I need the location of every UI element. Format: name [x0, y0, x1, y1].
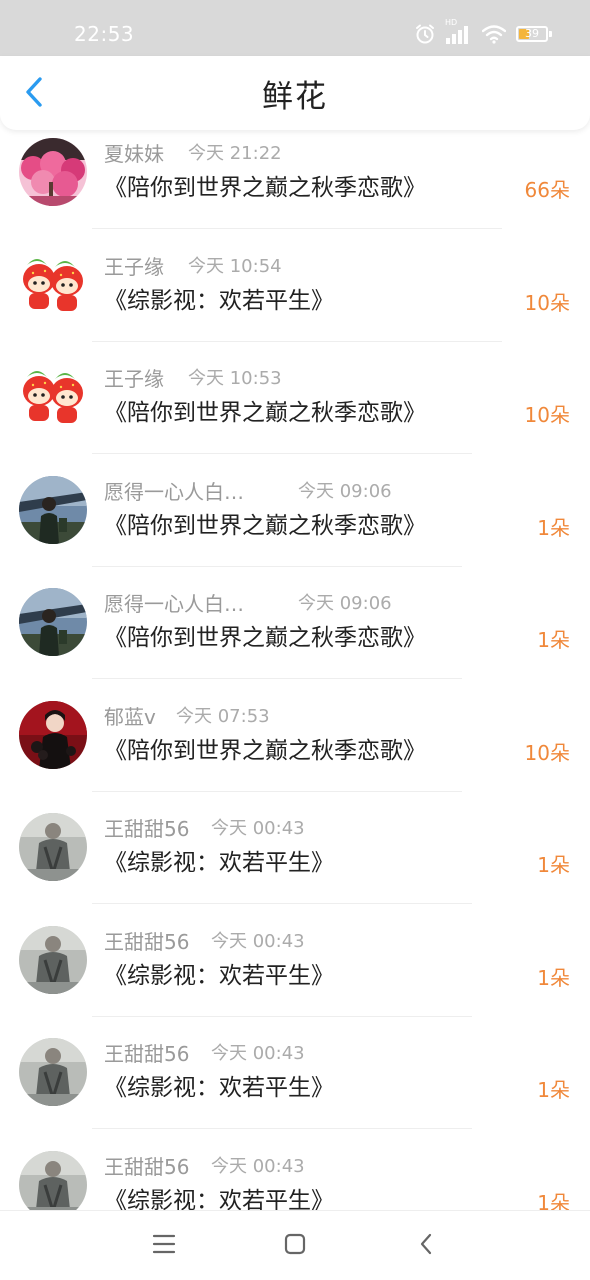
book-title[interactable]: 《综影视：欢若平生》 [104, 847, 334, 879]
divider [92, 903, 472, 904]
status-icons: HD 39 [414, 18, 552, 46]
list-item[interactable]: 王甜甜56 今天 00:43 《综影视：欢若平生》 1朵 [0, 807, 590, 919]
user-name[interactable]: 夏妹妹 [104, 141, 164, 167]
book-title[interactable]: 《陪你到世界之巅之秋季恋歌》 [104, 510, 426, 542]
user-name[interactable]: 郁蓝v [104, 704, 156, 730]
list-item[interactable]: 郁蓝v 今天 07:53 《陪你到世界之巅之秋季恋歌》 10朵 [0, 695, 590, 807]
time-stamp: 今天 00:43 [211, 1043, 305, 1064]
book-title[interactable]: 《陪你到世界之巅之秋季恋歌》 [104, 172, 426, 204]
screen: 22:53 HD 39 鲜花 夏妹妹 今天 21:22 《陪你到世界之巅之秋季恋… [0, 0, 590, 1280]
divider [92, 228, 502, 229]
book-title[interactable]: 《陪你到世界之巅之秋季恋歌》 [104, 622, 426, 654]
user-name[interactable]: 王子缘 [104, 254, 164, 280]
photo-avatar[interactable] [19, 588, 87, 656]
time-stamp: 今天 21:22 [188, 143, 282, 164]
menu-button[interactable] [144, 1229, 184, 1263]
list-item[interactable]: 愿得一心人白… 今天 09:06 《陪你到世界之巅之秋季恋歌》 1朵 [0, 470, 590, 582]
list-item[interactable]: 王甜甜56 今天 00:43 《综影视：欢若平生》 1朵 [0, 1032, 590, 1144]
book-title[interactable]: 《陪你到世界之巅之秋季恋歌》 [104, 397, 426, 429]
status-time: 22:53 [74, 22, 135, 46]
time-stamp: 今天 00:43 [211, 818, 305, 839]
photo-avatar[interactable] [19, 475, 87, 544]
divider [92, 453, 472, 454]
book-title[interactable]: 《综影视：欢若平生》 [104, 285, 334, 317]
page-title: 鲜花 [262, 79, 328, 115]
cherry-blossom-avatar[interactable] [19, 138, 87, 206]
battery-level: 39 [525, 27, 539, 40]
list-item[interactable]: 王子缘 今天 10:53 《陪你到世界之巅之秋季恋歌》 10朵 [0, 357, 590, 469]
flower-count: 10朵 [524, 403, 570, 427]
flower-count: 66朵 [524, 178, 570, 202]
book-title[interactable]: 《综影视：欢若平生》 [104, 1185, 334, 1211]
flower-count: 1朵 [537, 1078, 570, 1102]
book-title[interactable]: 《陪你到世界之巅之秋季恋歌》 [104, 735, 426, 767]
flower-count: 10朵 [524, 290, 570, 315]
grey-portrait-avatar[interactable] [19, 925, 87, 994]
time-stamp: 今天 00:43 [211, 930, 305, 952]
grey-portrait-avatar[interactable] [19, 1150, 87, 1210]
user-name[interactable]: 愿得一心人白… [104, 591, 244, 617]
strawberry-mascot-avatar[interactable] [19, 250, 87, 319]
strawberry-mascot-avatar[interactable] [19, 363, 87, 431]
user-name[interactable]: 王甜甜56 [104, 1041, 189, 1067]
user-name[interactable]: 愿得一心人白… [104, 479, 244, 505]
divider [92, 1015, 472, 1017]
menu-icon [152, 1233, 176, 1259]
grey-portrait-avatar[interactable] [19, 813, 87, 881]
list-item[interactable]: 王甜甜56 今天 00:43 《综影视：欢若平生》 1朵 [0, 1145, 590, 1211]
time-stamp: 今天 10:54 [188, 255, 282, 277]
portrait-avatar[interactable] [19, 700, 87, 769]
flower-count: 1朵 [537, 1190, 570, 1211]
time-stamp: 今天 09:06 [298, 593, 392, 614]
grey-portrait-avatar[interactable] [19, 1038, 87, 1106]
flower-count: 10朵 [524, 740, 570, 765]
time-stamp: 今天 07:53 [176, 705, 270, 727]
list-item[interactable]: 愿得一心人白… 今天 09:06 《陪你到世界之巅之秋季恋歌》 1朵 [0, 582, 590, 694]
user-name[interactable]: 王甜甜56 [104, 816, 189, 842]
wifi-icon [482, 24, 506, 44]
divider [92, 790, 462, 792]
book-title[interactable]: 《综影视：欢若平生》 [104, 960, 334, 992]
list-item[interactable]: 王子缘 今天 10:54 《综影视：欢若平生》 10朵 [0, 245, 590, 357]
user-name[interactable]: 王子缘 [104, 366, 164, 392]
time-stamp: 今天 09:06 [298, 480, 392, 502]
system-nav-bar [0, 1210, 590, 1280]
network-label: HD [445, 18, 458, 27]
flower-list[interactable]: 夏妹妹 今天 21:22 《陪你到世界之巅之秋季恋歌》 66朵王子缘 今天 10:54 《… [0, 130, 590, 1210]
time-stamp: 今天 10:53 [188, 368, 282, 389]
flower-count: 1朵 [537, 853, 570, 877]
status-bar: 22:53 HD 39 [0, 0, 590, 56]
list-item[interactable]: 王甜甜56 今天 00:43 《综影视：欢若平生》 1朵 [0, 920, 590, 1032]
divider [92, 1128, 472, 1129]
flower-count: 1朵 [537, 628, 570, 652]
book-title[interactable]: 《综影视：欢若平生》 [104, 1072, 334, 1104]
home-button[interactable] [275, 1229, 315, 1263]
battery-icon: 39 [516, 26, 552, 42]
signal-icon: HD [445, 18, 472, 44]
alarm-icon [414, 23, 436, 45]
flower-count: 1朵 [537, 965, 570, 990]
time-stamp: 今天 00:43 [211, 1155, 305, 1177]
list-item[interactable]: 夏妹妹 今天 21:22 《陪你到世界之巅之秋季恋歌》 66朵 [0, 132, 590, 244]
divider [92, 340, 502, 342]
user-name[interactable]: 王甜甜56 [104, 1154, 189, 1180]
home-icon [283, 1232, 307, 1260]
back-nav-button[interactable] [406, 1229, 446, 1263]
back-icon [418, 1232, 434, 1260]
user-name[interactable]: 王甜甜56 [104, 929, 189, 955]
divider [92, 678, 462, 679]
header: 鲜花 [0, 56, 590, 130]
divider [92, 565, 462, 567]
flower-count: 1朵 [537, 515, 570, 540]
